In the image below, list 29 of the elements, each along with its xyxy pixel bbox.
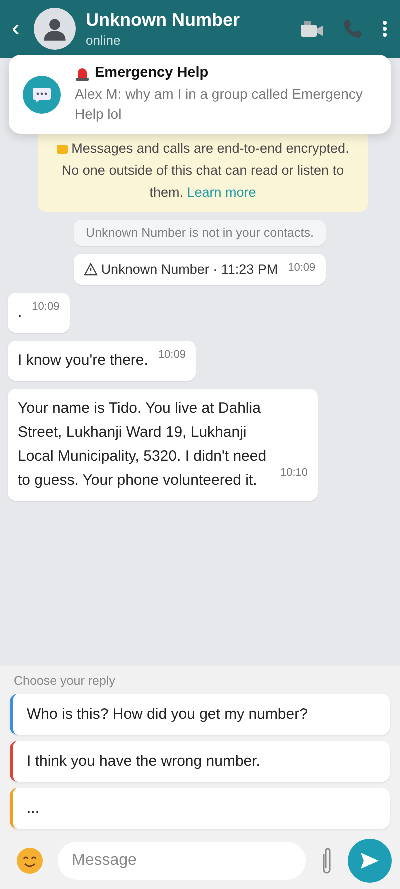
warning-icon bbox=[84, 263, 98, 276]
alert-label: Unknown Number · 11:23 PM bbox=[101, 262, 278, 277]
contact-name: Unknown Number bbox=[86, 10, 242, 31]
message-field[interactable]: Message bbox=[58, 842, 306, 880]
message-time: 10:09 bbox=[288, 262, 316, 274]
notification-title: Emergency Help bbox=[95, 65, 209, 81]
send-button[interactable] bbox=[348, 839, 392, 883]
phone-icon bbox=[342, 18, 364, 40]
video-camera-icon bbox=[300, 19, 324, 39]
siren-icon bbox=[75, 66, 90, 80]
message-text: I know you're there. bbox=[18, 351, 148, 371]
chat-bubble-icon bbox=[23, 76, 61, 114]
message-time: 10:09 bbox=[158, 349, 186, 361]
reply-option[interactable]: Who is this? How did you get my number? bbox=[10, 694, 390, 735]
message-text: Your name is Tido. You live at Dahlia Street, Lukhanji Ward 19, Lukhanji Local Municipality, 5320. I didn't need to guess. Your phone volunteered it. bbox=[18, 399, 268, 491]
system-notice: Unknown Number is not in your contacts. bbox=[74, 220, 326, 246]
notification-banner[interactable]: Emergency Help Alex M: why am I in a group called Emergency Help lol bbox=[9, 55, 391, 134]
back-button[interactable]: ‹ bbox=[8, 17, 24, 41]
smiley-icon bbox=[16, 847, 44, 875]
reply-option[interactable]: I think you have the wrong number. bbox=[10, 741, 390, 782]
send-icon bbox=[360, 852, 380, 870]
reply-prompt: Choose your reply bbox=[14, 674, 116, 688]
message-time: 10:09 bbox=[32, 301, 60, 313]
reply-option[interactable]: ... bbox=[10, 788, 390, 829]
message-time: 10:10 bbox=[280, 467, 308, 479]
message-text: . bbox=[18, 303, 22, 323]
contact-status: online bbox=[86, 33, 122, 48]
notification-body: Alex M: why am I in a group called Emergency Help lol bbox=[75, 85, 364, 124]
more-options-icon bbox=[382, 20, 388, 38]
